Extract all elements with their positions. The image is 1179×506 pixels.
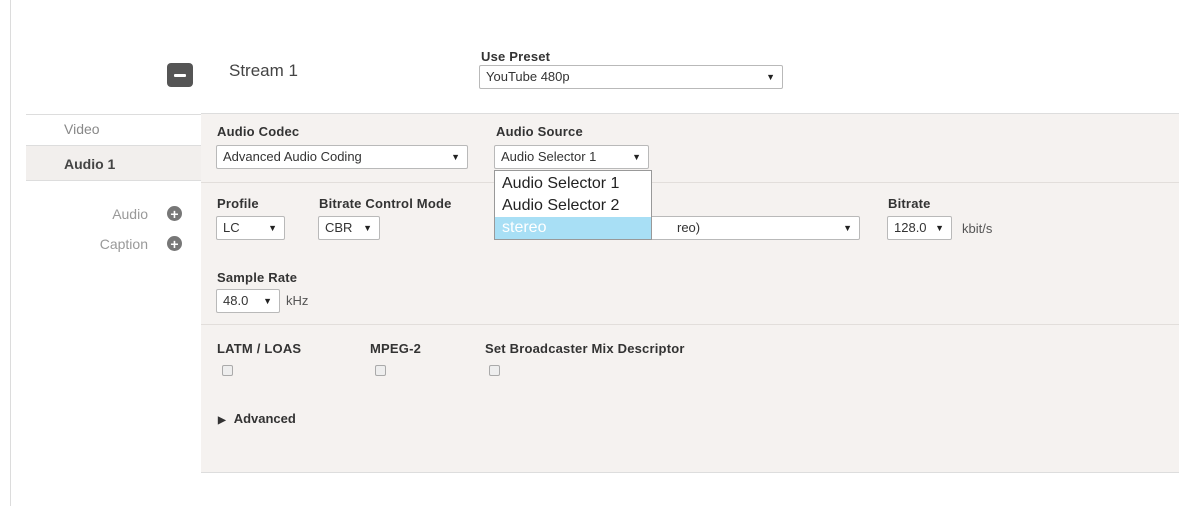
latm-loas-checkbox[interactable] [222, 365, 233, 376]
use-preset-select[interactable]: YouTube 480p ▼ [479, 65, 783, 89]
section-divider [201, 182, 1179, 183]
left-border [10, 0, 11, 506]
audio-codec-value: Advanced Audio Coding [223, 149, 362, 164]
dropdown-option-highlighted[interactable]: stereo [495, 217, 651, 239]
broadcaster-mix-checkbox[interactable] [489, 365, 500, 376]
tab-audio-1[interactable]: Audio 1 [26, 146, 201, 181]
broadcaster-mix-label: Set Broadcaster Mix Descriptor [485, 341, 685, 356]
chevron-down-icon: ▼ [632, 152, 641, 162]
chevron-down-icon: ▼ [363, 223, 372, 233]
chevron-down-icon: ▼ [451, 152, 460, 162]
dropdown-option[interactable]: Audio Selector 2 [495, 195, 651, 217]
bitrate-unit: kbit/s [962, 221, 993, 236]
caret-right-icon: ▶ [218, 415, 226, 426]
chevron-down-icon: ▼ [263, 296, 272, 306]
mpeg2-label: MPEG-2 [370, 341, 422, 356]
chevron-down-icon: ▼ [268, 223, 277, 233]
section-divider [201, 324, 1179, 325]
sample-rate-label: Sample Rate [217, 270, 298, 285]
profile-select[interactable]: LC ▼ [216, 216, 285, 240]
audio-source-dropdown-list: Audio Selector 1 Audio Selector 2 stereo [494, 170, 652, 240]
profile-value: LC [223, 220, 240, 235]
tab-audio-1-label: Audio 1 [64, 156, 116, 172]
bitrate-label: Bitrate [888, 196, 931, 211]
chevron-down-icon: ▼ [843, 223, 852, 233]
coding-mode-value: reo) [677, 220, 701, 235]
advanced-label: Advanced [233, 411, 296, 426]
audio-source-label: Audio Source [496, 124, 583, 139]
plus-circle-icon[interactable]: + [167, 236, 182, 251]
advanced-toggle[interactable]: ▶ Advanced [218, 411, 296, 426]
tab-video[interactable]: Video [26, 114, 201, 146]
audio-codec-select[interactable]: Advanced Audio Coding ▼ [216, 145, 468, 169]
bitrate-value: 128.0 [894, 220, 927, 235]
collapse-stream-button[interactable] [167, 63, 193, 87]
mpeg2-checkbox[interactable] [375, 365, 386, 376]
stream-title: Stream 1 [229, 61, 298, 80]
chevron-down-icon: ▼ [766, 72, 775, 82]
tab-video-label: Video [64, 121, 100, 137]
bitrate-control-mode-label: Bitrate Control Mode [319, 196, 452, 211]
sample-rate-select[interactable]: 48.0 ▼ [216, 289, 280, 313]
audio-source-value: Audio Selector 1 [501, 149, 597, 164]
minus-icon [174, 73, 186, 77]
use-preset-label: Use Preset [481, 49, 551, 64]
bitrate-control-mode-value: CBR [325, 220, 353, 235]
add-audio-label: Audio [112, 206, 148, 222]
audio-source-select[interactable]: Audio Selector 1 ▼ [494, 145, 649, 169]
bitrate-control-mode-select[interactable]: CBR ▼ [318, 216, 380, 240]
latm-loas-label: LATM / LOAS [217, 341, 302, 356]
profile-label: Profile [217, 196, 259, 211]
plus-circle-icon[interactable]: + [167, 206, 182, 221]
use-preset-value: YouTube 480p [486, 69, 570, 84]
dropdown-option[interactable]: Audio Selector 1 [495, 173, 651, 195]
audio-codec-label: Audio Codec [217, 124, 300, 139]
bitrate-select[interactable]: 128.0 ▼ [887, 216, 952, 240]
sample-rate-value: 48.0 [223, 293, 249, 308]
sample-rate-unit: kHz [286, 293, 309, 308]
add-caption-label: Caption [99, 236, 148, 252]
chevron-down-icon: ▼ [935, 223, 944, 233]
